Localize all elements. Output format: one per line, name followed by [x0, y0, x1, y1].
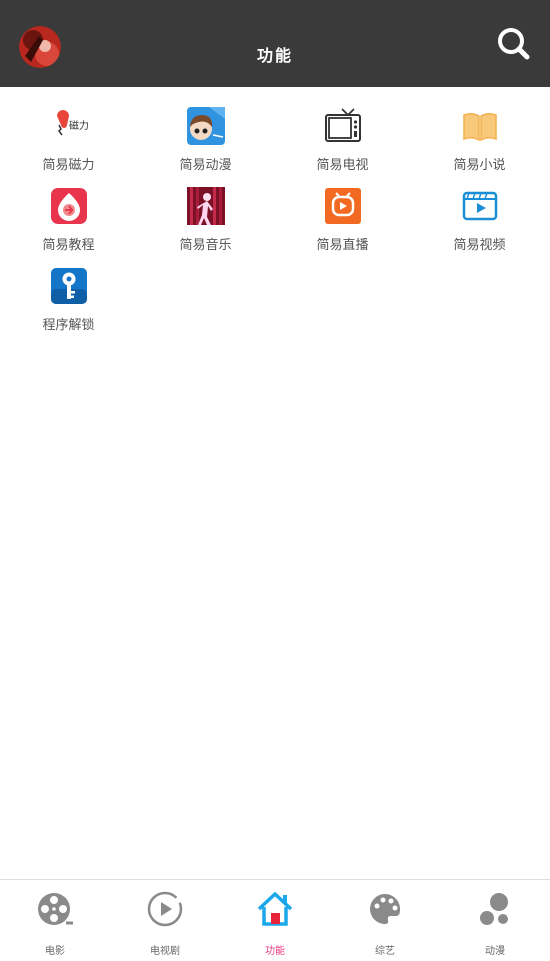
- function-label: 简易教程: [42, 238, 95, 253]
- function-item-anime[interactable]: 简易动漫: [137, 107, 274, 177]
- function-item-tutorial[interactable]: 简易教程: [0, 187, 137, 257]
- function-label: 简易小说: [453, 158, 506, 173]
- tab-anime[interactable]: 动漫: [440, 880, 550, 961]
- function-label: 简易直播: [316, 238, 369, 253]
- function-label: 简易音乐: [179, 238, 232, 253]
- music-icon: [187, 187, 225, 225]
- play-circle-icon: [146, 890, 184, 928]
- search-icon[interactable]: [495, 26, 531, 62]
- function-item-magnet[interactable]: 磁力 简易磁力: [0, 107, 137, 177]
- tab-label: 综艺: [375, 946, 395, 957]
- bubbles-icon: [476, 890, 514, 928]
- magnet-icon-text: 磁力: [69, 119, 88, 132]
- header-bar: 功能: [0, 0, 550, 87]
- live-tv-icon: [324, 187, 362, 225]
- tv-icon: [324, 107, 362, 145]
- bottom-tab-bar: 电影 电视剧 功能 综艺 动漫: [0, 879, 550, 961]
- tab-label: 电视剧: [150, 946, 180, 957]
- tab-label: 电影: [45, 946, 65, 957]
- function-label: 简易电视: [316, 158, 369, 173]
- tab-tv-series[interactable]: 电视剧: [110, 880, 220, 961]
- tab-variety[interactable]: 综艺: [330, 880, 440, 961]
- book-icon: [461, 107, 499, 145]
- magnet-icon: 磁力: [50, 107, 89, 145]
- function-item-tv[interactable]: 简易电视: [274, 107, 411, 177]
- function-item-novel[interactable]: 简易小说: [411, 107, 548, 177]
- tab-label: 功能: [265, 946, 285, 957]
- tab-label: 动漫: [485, 946, 505, 957]
- function-item-unlock[interactable]: 程序解锁: [0, 267, 137, 337]
- tab-movies[interactable]: 电影: [0, 880, 110, 961]
- tutorial-icon: [50, 187, 88, 225]
- home-icon: [256, 890, 294, 928]
- video-icon: [461, 187, 499, 225]
- function-label: 简易视频: [453, 238, 506, 253]
- function-item-video[interactable]: 简易视频: [411, 187, 548, 257]
- tab-functions[interactable]: 功能: [220, 880, 330, 961]
- palette-icon: [366, 890, 404, 928]
- page-title: 功能: [256, 46, 293, 65]
- function-item-music[interactable]: 简易音乐: [137, 187, 274, 257]
- anime-icon: [187, 107, 225, 145]
- function-item-live[interactable]: 简易直播: [274, 187, 411, 257]
- function-label: 简易动漫: [179, 158, 232, 173]
- function-label: 简易磁力: [42, 158, 95, 173]
- unlock-key-icon: [50, 267, 88, 305]
- function-label: 程序解锁: [42, 318, 95, 333]
- film-reel-icon: [36, 890, 74, 928]
